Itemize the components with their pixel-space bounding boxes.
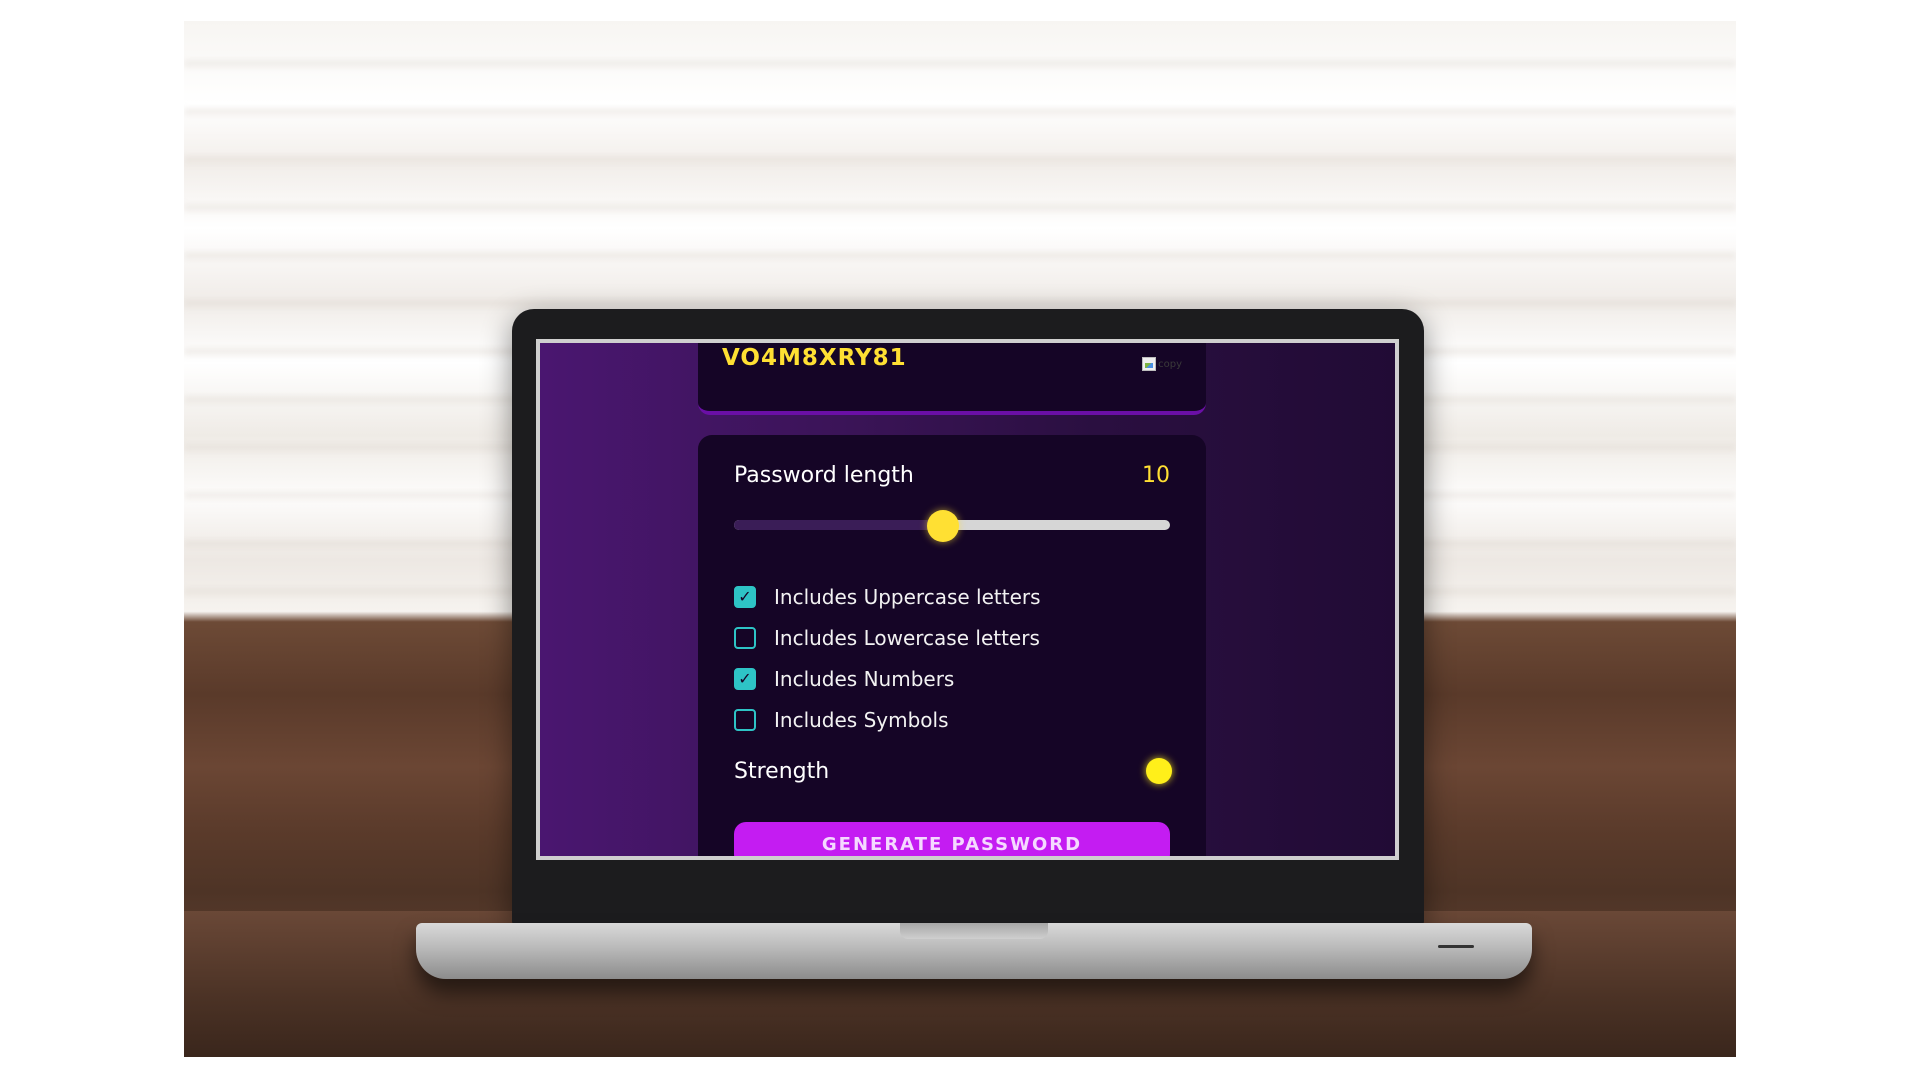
options-list: ✓ Includes Uppercase letters Includes Lo…: [734, 576, 1170, 740]
settings-card: Password length 10 ✓ Includes Uppercase: [698, 435, 1206, 856]
laptop-led: [1438, 945, 1474, 948]
laptop-screen-bezel: VO4M8XRY81 copy Password length 10 ✓ Inc…: [536, 339, 1399, 860]
option-label: Includes Symbols: [774, 707, 949, 732]
checkbox-uppercase[interactable]: ✓: [734, 585, 756, 608]
strength-row: Strength: [734, 758, 1172, 784]
option-label: Includes Uppercase letters: [774, 584, 1041, 609]
checkbox-symbols[interactable]: [734, 708, 756, 731]
length-slider[interactable]: [734, 510, 1170, 542]
password-generator-app: VO4M8XRY81 copy Password length 10 ✓ Inc…: [698, 343, 1206, 856]
slider-thumb[interactable]: [927, 510, 960, 542]
strength-indicator: [1146, 758, 1172, 784]
checkbox-numbers[interactable]: ✓: [734, 667, 756, 690]
length-label: Password length: [734, 463, 914, 488]
option-label: Includes Lowercase letters: [774, 625, 1040, 650]
copy-alt-text: copy: [1158, 358, 1182, 370]
option-label: Includes Numbers: [774, 666, 955, 691]
option-lowercase[interactable]: Includes Lowercase letters: [734, 617, 1170, 658]
laptop-photo: VO4M8XRY81 copy Password length 10 ✓ Inc…: [184, 21, 1736, 1057]
laptop-lid: VO4M8XRY81 copy Password length 10 ✓ Inc…: [512, 309, 1424, 927]
checkbox-lowercase[interactable]: [734, 626, 756, 649]
strength-label: Strength: [734, 758, 830, 784]
password-output-card: VO4M8XRY81 copy: [698, 343, 1206, 415]
option-numbers[interactable]: ✓ Includes Numbers: [734, 658, 1170, 699]
option-uppercase[interactable]: ✓ Includes Uppercase letters: [734, 576, 1170, 617]
generate-password-button[interactable]: GENERATE PASSWORD: [734, 822, 1170, 856]
app-screen: VO4M8XRY81 copy Password length 10 ✓ Inc…: [540, 343, 1395, 856]
slider-fill: [734, 520, 944, 530]
length-value: 10: [1142, 463, 1170, 488]
generated-password: VO4M8XRY81: [722, 345, 907, 371]
laptop-brand-label: [908, 901, 1028, 913]
copy-icon: [1142, 357, 1157, 371]
laptop-opening-notch: [900, 923, 1048, 939]
length-row: Password length 10: [734, 463, 1170, 488]
laptop-base: [416, 923, 1532, 979]
copy-button[interactable]: copy: [1142, 357, 1182, 371]
option-symbols[interactable]: Includes Symbols: [734, 699, 1170, 740]
